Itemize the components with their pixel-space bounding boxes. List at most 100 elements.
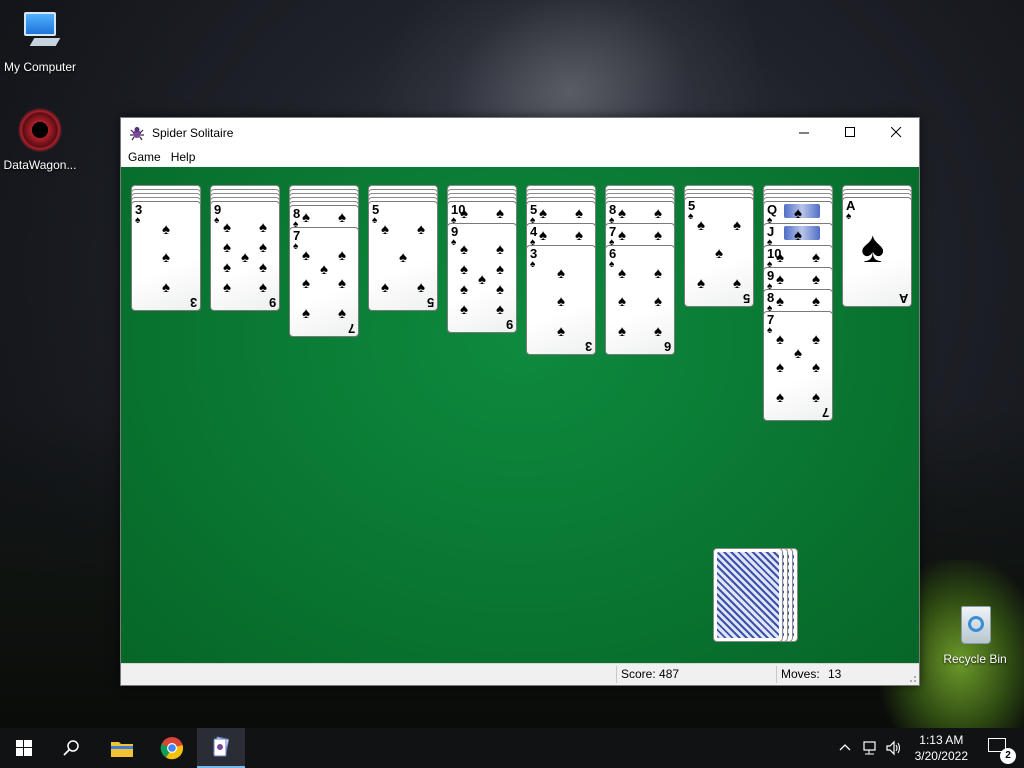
spade-icon: ♠ (460, 205, 468, 222)
spade-icon: ♠ (338, 247, 346, 264)
playing-card[interactable]: A ♠ ♠ A (842, 197, 912, 307)
spade-icon: ♠ (618, 227, 626, 244)
spade-icon: ♠ (557, 293, 565, 310)
spade-icon: ♠ (135, 215, 141, 226)
spade-icon: ♠ (241, 249, 249, 266)
spade-icon: ♠ (654, 293, 662, 310)
playing-card[interactable]: 9 ♠ ♠ ♠ ♠ ♠ ♠ ♠ ♠ ♠ ♠ 9 (447, 223, 517, 333)
spade-icon: ♠ (259, 239, 267, 256)
spade-icon: ♠ (460, 241, 468, 258)
spade-icon: ♠ (259, 279, 267, 296)
close-button[interactable] (873, 118, 919, 147)
spade-icon: ♠ (460, 261, 468, 278)
search-button[interactable] (48, 728, 96, 768)
spade-icon: ♠ (496, 261, 504, 278)
spade-icon: ♠ (214, 215, 220, 226)
chrome-button[interactable] (148, 728, 196, 768)
status-separator (616, 666, 617, 683)
computer-icon (16, 8, 64, 56)
spade-icon: ♠ (460, 281, 468, 298)
spade-icon: ♠ (654, 265, 662, 282)
spade-icon: ♠ (776, 293, 784, 310)
card-rank: 5 (426, 295, 434, 310)
file-explorer-icon (111, 742, 133, 757)
spade-icon: ♠ (399, 249, 407, 266)
spade-icon: ♠ (302, 209, 310, 226)
spade-icon: ♠ (654, 323, 662, 340)
clock-time: 1:13 AM (919, 733, 964, 747)
playing-card[interactable]: 3 ♠ ♠ ♠ ♠ 3 (131, 201, 201, 311)
spade-icon: ♠ (496, 241, 504, 258)
spade-icon: ♠ (618, 265, 626, 282)
action-center-button[interactable]: 2 (988, 736, 1016, 764)
playing-card[interactable]: 5 ♠ ♠ ♠ ♠ ♠ ♠ 5 (368, 201, 438, 311)
court-card-art (784, 226, 820, 240)
playing-card[interactable]: 7 ♠ ♠ ♠ ♠ ♠ ♠ ♠ ♠ 7 (289, 227, 359, 337)
spade-icon: ♠ (733, 217, 741, 234)
spade-icon: ♠ (162, 221, 170, 238)
minimize-icon (798, 132, 809, 134)
spade-icon: ♠ (223, 239, 231, 256)
spider-solitaire-taskbar-button[interactable] (197, 728, 245, 768)
desktop-icon-my-computer[interactable]: My Computer (0, 8, 80, 74)
resize-grip-icon[interactable] (907, 673, 917, 683)
spider-solitaire-window: Spider Solitaire Game Help 3 ♠ ♠ ♠ ♠ 3 9 ♠ ♠ ♠ ♠ ♠ ♠… (120, 117, 920, 686)
spade-icon: ♠ (557, 265, 565, 282)
clock-date: 3/20/2022 (914, 749, 968, 763)
show-hidden-icons-button[interactable] (839, 740, 851, 755)
spade-icon: ♠ (812, 249, 820, 266)
spade-icon: ♠ (776, 331, 784, 348)
network-button[interactable] (862, 740, 880, 759)
spade-icon: ♠ (539, 205, 547, 222)
menu-game[interactable]: Game (123, 150, 166, 164)
spade-icon: ♠ (812, 389, 820, 406)
spade-icon: ♠ (496, 301, 504, 318)
spade-icon: ♠ (451, 237, 457, 248)
status-bar: Score: 487 Moves: 13 (121, 663, 919, 685)
desktop-icon-label: Recycle Bin (943, 652, 1007, 666)
volume-button[interactable] (885, 740, 903, 759)
spade-icon: ♠ (381, 279, 389, 296)
minimize-button[interactable] (781, 118, 827, 147)
spade-icon: ♠ (794, 345, 802, 362)
spade-icon: ♠ (539, 227, 547, 244)
playing-card[interactable]: 6 ♠ ♠ ♠ ♠ ♠ ♠ ♠ 6 (605, 245, 675, 355)
spade-icon: ♠ (293, 241, 299, 252)
playing-card[interactable]: 7 ♠ ♠ ♠ ♠ ♠ ♠ ♠ ♠ 7 (763, 311, 833, 421)
card-rank: 5 (742, 291, 750, 306)
file-explorer-button[interactable] (98, 728, 146, 768)
playing-card[interactable]: 3 ♠ ♠ ♠ ♠ 3 (526, 245, 596, 355)
spade-icon: ♠ (259, 219, 267, 236)
spade-icon: ♠ (381, 221, 389, 238)
spade-icon: ♠ (812, 293, 820, 310)
spade-icon: ♠ (557, 323, 565, 340)
spade-icon: ♠ (654, 227, 662, 244)
start-button[interactable] (0, 728, 48, 768)
spade-icon: ♠ (654, 205, 662, 222)
spider-icon (130, 126, 144, 140)
spade-icon: ♠ (688, 211, 694, 222)
title-bar[interactable]: Spider Solitaire (121, 118, 919, 147)
spade-icon: ♠ (162, 249, 170, 266)
spade-icon: ♠ (575, 205, 583, 222)
chrome-icon (160, 737, 184, 760)
window-title: Spider Solitaire (152, 125, 234, 140)
desktop-icon-datawagon[interactable]: DataWagon... (0, 106, 80, 172)
card-rank: 7 (821, 405, 829, 420)
spade-icon: ♠ (338, 209, 346, 226)
taskbar-clock[interactable]: 1:13 AM 3/20/2022 (915, 732, 968, 764)
search-icon (63, 740, 79, 756)
spade-icon: ♠ (302, 275, 310, 292)
game-board[interactable]: 3 ♠ ♠ ♠ ♠ 3 9 ♠ ♠ ♠ ♠ ♠ ♠ ♠ ♠ ♠ ♠ 9 8 ♠ ♠ ♠ 7 ♠ ♠ ♠ ♠ ♠ ♠ ♠ ♠ 7 5 ♠ ♠ ♠ ♠ ♠ ♠ 5… (121, 167, 919, 663)
maximize-button[interactable] (827, 118, 873, 147)
chevron-up-icon (839, 744, 851, 751)
spade-icon: ♠ (372, 215, 378, 226)
stock-pile-card[interactable] (713, 548, 783, 642)
playing-card[interactable]: 5 ♠ ♠ ♠ ♠ ♠ ♠ 5 (684, 197, 754, 307)
playing-card[interactable]: 9 ♠ ♠ ♠ ♠ ♠ ♠ ♠ ♠ ♠ ♠ 9 (210, 201, 280, 311)
desktop-icon-recycle-bin[interactable]: Recycle Bin (935, 600, 1015, 666)
spade-icon: ♠ (618, 323, 626, 340)
spade-icon: ♠ (259, 259, 267, 276)
menu-help[interactable]: Help (166, 150, 201, 164)
status-separator (776, 666, 777, 683)
